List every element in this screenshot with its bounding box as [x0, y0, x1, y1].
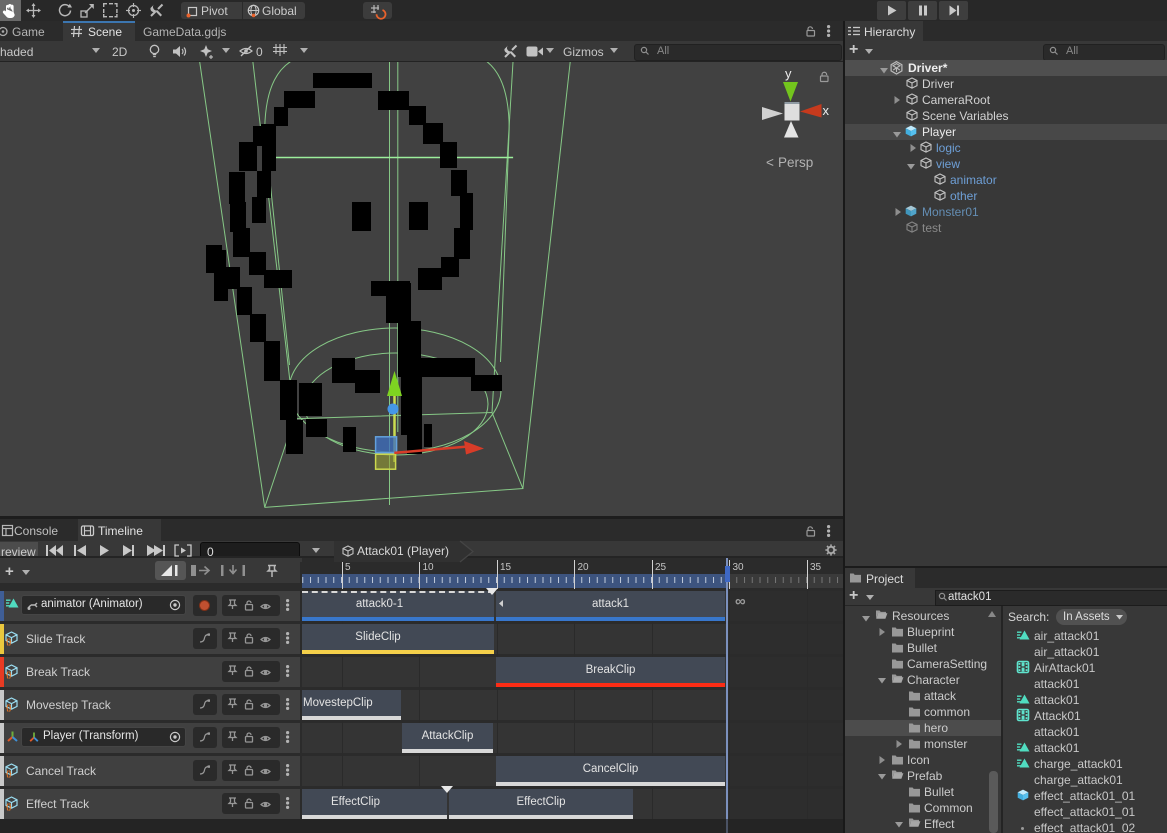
svg-text:{}: {} — [6, 771, 12, 778]
svg-text:{}: {} — [6, 639, 12, 646]
svg-text:5: 5 — [345, 562, 351, 573]
svg-text:20: 20 — [578, 562, 590, 573]
svg-text:{}: {} — [6, 672, 12, 679]
svg-text:<: < — [766, 155, 774, 170]
svg-text:15: 15 — [500, 562, 512, 573]
svg-text:30: 30 — [733, 562, 745, 573]
svg-text:Persp: Persp — [778, 155, 813, 170]
svg-text:25: 25 — [655, 562, 667, 573]
svg-text:y: y — [785, 66, 792, 81]
svg-text:x: x — [823, 103, 830, 118]
svg-text:{}: {} — [6, 705, 12, 712]
svg-text:35: 35 — [810, 562, 822, 573]
svg-text:10: 10 — [423, 562, 435, 573]
svg-text:{}: {} — [6, 804, 12, 811]
